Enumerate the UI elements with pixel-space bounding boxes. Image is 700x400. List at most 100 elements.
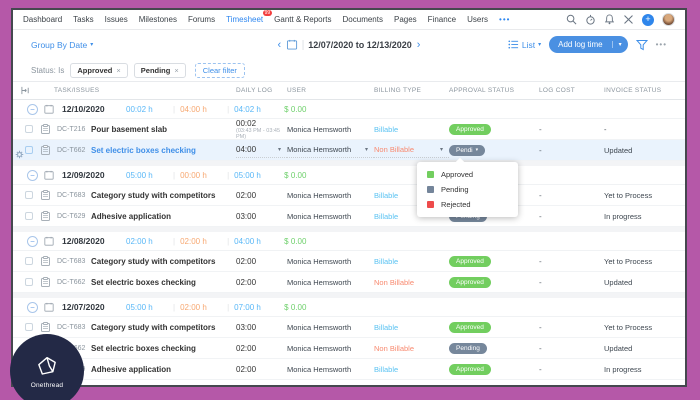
- navbar-item[interactable]: Gantt & Reports: [274, 15, 331, 24]
- daily-log-cell[interactable]: 03:00▾: [236, 323, 287, 332]
- toolbar-more-button[interactable]: •••: [656, 40, 667, 49]
- filter-funnel-icon[interactable]: [636, 39, 648, 51]
- group-header-row[interactable]: − 12/09/2020 05:00 h | 00:00 h | 05:00 h…: [13, 166, 685, 185]
- navbar-item[interactable]: Users: [467, 15, 488, 24]
- approval-status-cell[interactable]: Approved▾: [449, 277, 539, 288]
- billing-type-cell[interactable]: Billable▾: [374, 365, 449, 374]
- row-checkbox[interactable]: [25, 146, 33, 154]
- column-header-daily-log[interactable]: DAILY LOG: [236, 87, 287, 94]
- task-name[interactable]: Pour basement slab: [91, 125, 236, 134]
- user-cell[interactable]: Monica Hemsworth▾: [287, 365, 374, 374]
- group-by-dropdown[interactable]: Group By Date ▾: [31, 40, 93, 50]
- tools-icon[interactable]: [623, 14, 634, 25]
- collapse-group-icon[interactable]: −: [27, 302, 38, 313]
- task-name[interactable]: Set electric boxes checking: [91, 278, 236, 287]
- row-checkbox[interactable]: [25, 257, 33, 265]
- row-checkbox[interactable]: [25, 278, 33, 286]
- table-row[interactable]: DC-T683 Category study with competitors …: [13, 317, 685, 338]
- billing-type-cell[interactable]: Billable▾: [374, 257, 449, 266]
- table-row[interactable]: DC-T629 Adhesive application 02:00▾ Moni…: [13, 359, 685, 380]
- navbar-more-button[interactable]: •••: [499, 15, 510, 24]
- table-row[interactable]: DC-T662 Set electric boxes checking 04:0…: [13, 140, 685, 161]
- column-header-billing-type[interactable]: BILLING TYPE: [374, 87, 449, 94]
- user-cell[interactable]: Monica Hemsworth▾: [287, 191, 374, 200]
- collapse-group-icon[interactable]: −: [27, 104, 38, 115]
- navbar-item[interactable]: Documents: [343, 15, 383, 24]
- search-icon[interactable]: [566, 14, 577, 25]
- user-cell[interactable]: Monica Hemsworth▾: [287, 257, 374, 266]
- daily-log-cell[interactable]: 02:00▾: [236, 365, 287, 374]
- timer-icon[interactable]: [585, 14, 596, 25]
- row-checkbox[interactable]: [25, 323, 33, 331]
- collapse-group-icon[interactable]: −: [27, 236, 38, 247]
- status-option[interactable]: Approved: [417, 167, 518, 182]
- user-cell[interactable]: Monica Hemsworth▾: [287, 143, 374, 158]
- remove-chip-icon[interactable]: ×: [174, 66, 178, 75]
- task-name[interactable]: Category study with competitors: [91, 323, 236, 332]
- navbar-item[interactable]: Milestones: [139, 15, 177, 24]
- caret-down-icon[interactable]: ▾: [365, 146, 368, 153]
- daily-log-cell[interactable]: 00:02▾ (03:43 PM - 03:45 PM): [236, 119, 287, 140]
- daily-log-cell[interactable]: 03:00▾: [236, 212, 287, 221]
- notifications-bell-icon[interactable]: [604, 14, 615, 25]
- task-name[interactable]: Category study with competitors: [91, 191, 236, 200]
- table-row[interactable]: DC-T683 Category study with competitors …: [13, 251, 685, 272]
- table-row[interactable]: DC-T216 Pour basement slab 00:02▾ (03:43…: [13, 119, 685, 140]
- calendar-icon[interactable]: [286, 39, 297, 50]
- approval-status-cell[interactable]: Approved▾: [449, 124, 539, 135]
- daily-log-cell[interactable]: 02:00▾: [236, 344, 287, 353]
- filter-chip[interactable]: Pending ×: [134, 63, 186, 78]
- view-mode-dropdown[interactable]: List ▾: [508, 39, 541, 50]
- group-header-row[interactable]: − 12/08/2020 02:00 h | 02:00 h | 04:00 h…: [13, 232, 685, 251]
- navbar-item[interactable]: Pages: [394, 15, 417, 24]
- gear-icon[interactable]: [15, 146, 24, 164]
- approval-status-cell[interactable]: Approved▾: [449, 322, 539, 333]
- column-header-task[interactable]: TASK/ISSUES: [45, 87, 236, 94]
- column-header-invoice-status[interactable]: INVOICE STATUS: [604, 87, 685, 94]
- caret-down-icon[interactable]: ▾: [440, 146, 443, 153]
- user-cell[interactable]: Monica Hemsworth▾: [287, 125, 374, 134]
- group-header-row[interactable]: − 12/07/2020 05:00 h | 02:00 h | 07:00 h…: [13, 298, 685, 317]
- approval-status-cell[interactable]: Pendi▾: [449, 145, 539, 156]
- table-row[interactable]: DC-T629 Adhesive application 03:00▾ Moni…: [13, 206, 685, 227]
- column-header-approval-status[interactable]: APPROVAL STATUS: [449, 87, 539, 94]
- table-row[interactable]: DC-T662 Set electric boxes checking 02:0…: [13, 272, 685, 293]
- task-name[interactable]: Category study with competitors: [91, 257, 236, 266]
- billing-type-cell[interactable]: Non Billable▾: [374, 278, 449, 287]
- add-new-button[interactable]: +: [642, 14, 654, 26]
- daily-log-cell[interactable]: 04:00▾: [236, 143, 287, 158]
- daily-log-cell[interactable]: 02:00▾: [236, 278, 287, 287]
- caret-down-icon[interactable]: ▾: [476, 147, 479, 153]
- navbar-item[interactable]: Issues: [105, 15, 128, 24]
- billing-type-cell[interactable]: Non Billable▾: [374, 143, 449, 158]
- task-name[interactable]: Adhesive application: [91, 212, 236, 221]
- remove-chip-icon[interactable]: ×: [116, 66, 120, 75]
- navbar-item[interactable]: Forums: [188, 15, 215, 24]
- user-cell[interactable]: Monica Hemsworth▾: [287, 344, 374, 353]
- filter-chip[interactable]: Approved ×: [70, 63, 127, 78]
- navbar-item[interactable]: Tasks: [73, 15, 93, 24]
- caret-down-icon[interactable]: ▾: [278, 146, 281, 153]
- navbar-item[interactable]: Timesheet99: [226, 15, 263, 24]
- group-header-row[interactable]: − 12/10/2020 00:02 h | 04:00 h | 04:02 h…: [13, 100, 685, 119]
- navbar-item[interactable]: Dashboard: [23, 15, 62, 24]
- column-header-user[interactable]: USER: [287, 87, 374, 94]
- approval-status-cell[interactable]: Pending▾: [449, 343, 539, 354]
- clear-filter-button[interactable]: Clear filter: [195, 63, 245, 78]
- table-row[interactable]: DC-T662 Set electric boxes checking 02:0…: [13, 338, 685, 359]
- billing-type-cell[interactable]: Non Billable▾: [374, 344, 449, 353]
- task-name[interactable]: Set electric boxes checking: [91, 344, 236, 353]
- user-cell[interactable]: Monica Hemsworth▾: [287, 212, 374, 221]
- row-checkbox[interactable]: [25, 212, 33, 220]
- prev-week-button[interactable]: ‹: [278, 40, 282, 50]
- billing-type-cell[interactable]: Billable▾: [374, 323, 449, 332]
- approval-status-cell[interactable]: Approved▾: [449, 364, 539, 375]
- table-row[interactable]: DC-T683 Category study with competitors …: [13, 185, 685, 206]
- status-option[interactable]: Rejected: [417, 197, 518, 212]
- daily-log-cell[interactable]: 02:00▾: [236, 257, 287, 266]
- billing-type-cell[interactable]: Billable▾: [374, 125, 449, 134]
- next-week-button[interactable]: ›: [417, 40, 421, 50]
- user-cell[interactable]: Monica Hemsworth▾: [287, 323, 374, 332]
- row-checkbox[interactable]: [25, 125, 33, 133]
- column-header-log-cost[interactable]: LOG COST: [539, 87, 604, 94]
